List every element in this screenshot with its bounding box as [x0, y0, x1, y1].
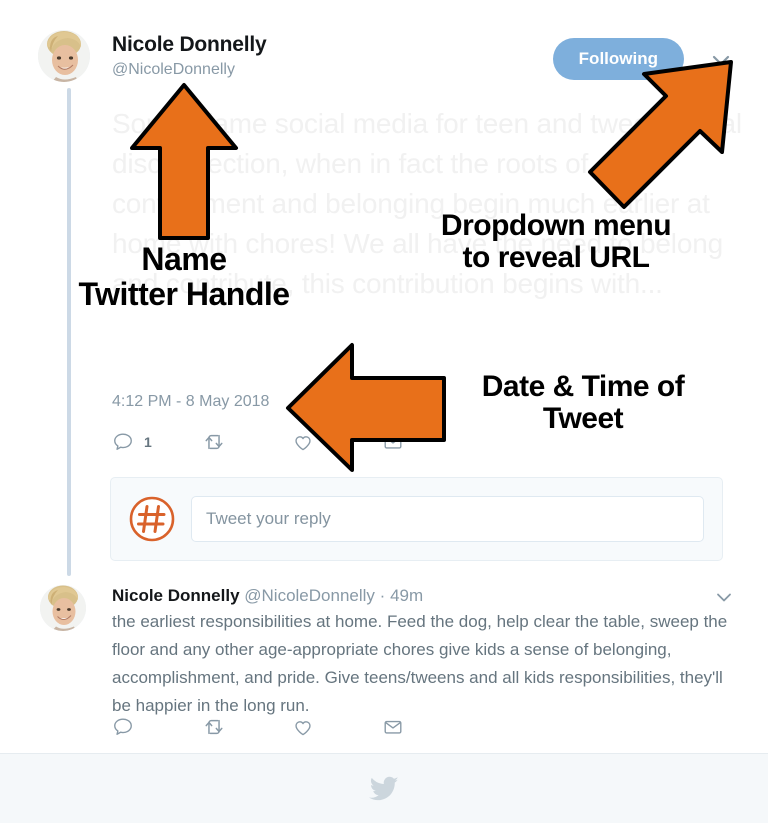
reply-composer[interactable]: [110, 477, 723, 561]
envelope-icon: [382, 716, 404, 738]
page-title[interactable]: Nicole Donnelly: [112, 32, 267, 58]
reply-separator: ·: [379, 586, 386, 605]
retweet-icon: [202, 431, 226, 453]
reply-text: the earliest responsibilities at home. F…: [112, 612, 728, 715]
reply-button[interactable]: 1: [112, 431, 202, 453]
reply-time-ago[interactable]: 49m: [390, 586, 423, 605]
reply-chevron-down-icon[interactable]: [712, 585, 736, 609]
tweet-detail-page: Nicole Donnelly @NicoleDonnelly Followin…: [0, 0, 768, 823]
reply-input[interactable]: [191, 496, 704, 542]
heart-icon: [292, 431, 314, 453]
tweet-action-bar: 1: [112, 431, 472, 453]
annotation-datetime-line1: Date & Time of: [481, 370, 685, 403]
tweet-timestamp[interactable]: 4:12 PM - 8 May 2018: [112, 393, 269, 411]
hashtag-avatar-icon: [129, 496, 175, 542]
tweet-author-block: Nicole Donnelly @NicoleDonnelly: [112, 32, 267, 81]
reply-reply-button[interactable]: [112, 716, 202, 738]
retweet-icon: [202, 716, 226, 738]
tweet-text: Some blame social media for teen and twe…: [112, 108, 742, 299]
avatar[interactable]: [38, 30, 90, 82]
like-button[interactable]: [292, 431, 382, 453]
heart-icon: [292, 716, 314, 738]
thread-connector-line: [67, 88, 71, 576]
reply-avatar[interactable]: [40, 585, 86, 631]
reply-count: 1: [144, 434, 152, 450]
following-button[interactable]: Following: [552, 38, 684, 80]
direct-message-button[interactable]: [382, 431, 472, 453]
reply-action-bar: [112, 716, 472, 738]
twitter-bird-icon: [369, 776, 399, 802]
annotation-datetime-line2: Tweet: [542, 402, 624, 436]
reply-retweet-button[interactable]: [202, 716, 292, 738]
author-handle[interactable]: @NicoleDonnelly: [112, 59, 267, 81]
reply-display-name[interactable]: Nicole Donnelly: [112, 586, 240, 605]
reply-direct-message-button[interactable]: [382, 716, 472, 738]
reply-author-block: Nicole Donnelly @NicoleDonnelly · 49m: [112, 585, 722, 607]
reply-icon: [112, 431, 134, 453]
annotation-label-datetime: Date & Time of Tweet: [428, 370, 738, 436]
footer: [0, 754, 768, 823]
reply-like-button[interactable]: [292, 716, 382, 738]
retweet-button[interactable]: [202, 431, 292, 453]
chevron-down-icon[interactable]: [707, 46, 735, 74]
reply-handle[interactable]: @NicoleDonnelly: [244, 586, 375, 605]
reply-icon: [112, 716, 134, 738]
envelope-icon: [382, 431, 404, 453]
